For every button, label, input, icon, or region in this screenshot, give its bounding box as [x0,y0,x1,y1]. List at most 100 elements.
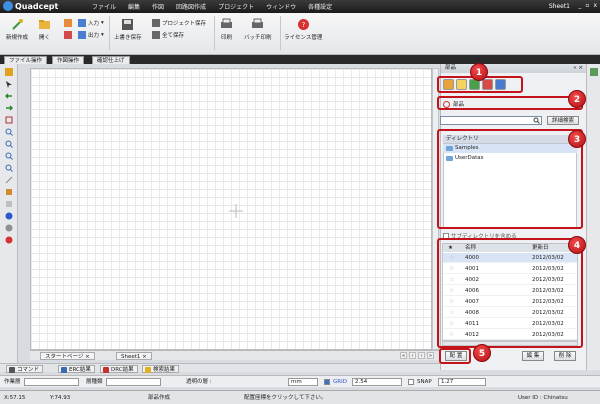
title-bar: Quadcept ファイル 編集 作図 回路図作成 プロジェクト ウィンドウ 各… [0,0,600,13]
ribbon-separator [109,16,110,50]
command-icon [9,367,15,373]
select-arrow-icon[interactable] [5,80,13,88]
input-icon [78,19,86,27]
snap-checkbox[interactable] [408,379,414,385]
parts-search-input[interactable] [440,116,542,125]
tab-command[interactable]: コマンド [6,365,44,373]
transparency-label: 透明の層 : [186,379,212,385]
chevron-down-icon: ▾ [101,20,104,26]
mode-indicator: 部品作成 [148,395,171,401]
ribbon-separator [214,16,215,50]
search-result-label: 検索結果 [153,367,176,373]
output-button[interactable]: 出力 ▾ [78,31,104,39]
minimize-button[interactable]: _ [578,2,581,9]
scroll-first-button[interactable]: « [400,352,407,359]
search-icon[interactable] [533,117,540,124]
save-icon [122,19,134,30]
panel-pin-icon[interactable] [590,68,598,76]
ribbon-tab-bar: ファイル操作 作図操作 確認仕上げ [0,55,600,64]
line-type-select[interactable] [106,378,161,386]
blue-circle-icon[interactable] [5,212,13,220]
delete-button[interactable]: 削 除 [554,351,576,361]
layer-select[interactable] [24,378,79,386]
app-logo: Quadcept [3,1,58,11]
badge-3: 3 [568,130,586,148]
menu-window[interactable]: ウィンドウ [266,2,296,11]
snap-value-select[interactable]: 1.27 [438,378,486,386]
tab-file-ops[interactable]: ファイル操作 [4,56,48,64]
menu-draw[interactable]: 作図 [152,2,164,11]
tab-draw-ops[interactable]: 作図操作 [52,56,85,64]
svg-text:?: ? [301,21,305,29]
menu-schematic[interactable]: 回路図作成 [176,2,206,11]
menu-file[interactable]: ファイル [92,2,116,11]
zoom-fit-icon[interactable] [5,152,13,160]
text-icon[interactable] [5,200,13,208]
arrow-right-icon[interactable] [5,104,13,112]
drc-label: DRC結果 [111,367,134,373]
save-all-button[interactable]: 全て保存 [152,31,184,39]
panel-controls[interactable]: « × [573,64,583,73]
left-toolbar [0,64,18,364]
highlight-box-3 [437,129,583,229]
zoom-area-icon[interactable] [5,116,13,124]
input-button[interactable]: 入力 ▾ [78,19,104,27]
save-all-icon [152,31,160,39]
arrow-left-icon[interactable] [5,92,13,100]
wire-icon[interactable] [5,176,13,184]
badge-5: 5 [473,344,491,362]
tab-erc-result[interactable]: ERC結果 [58,365,95,373]
window-controls: _ ▫ x [578,2,597,9]
help-icon[interactable] [5,236,13,244]
save-project-label: プロジェクト保存 [162,21,207,27]
close-icon[interactable]: × [85,354,90,360]
menu-settings[interactable]: 各種設定 [308,2,332,11]
crosshair-cursor-icon [229,204,243,218]
export-small-icon-button[interactable] [64,31,72,39]
grid-label: GRID [333,379,347,385]
restore-button[interactable]: ▫ [585,2,589,9]
unit-select[interactable]: mm [288,378,318,386]
badge-2: 2 [568,90,586,108]
batch-print-button[interactable]: バッチ印刷 [244,18,272,41]
zoom-all-icon[interactable] [5,164,13,172]
ribbon: 新規作成 開く 入力 ▾ 出力 ▾ 上書き保存 プロジェクト保存 全て保存 印刷 バ… [0,13,600,55]
printer-icon [221,18,232,28]
edit-button[interactable]: 編 集 [522,351,544,361]
open-button[interactable]: 開く [38,18,51,41]
tab-check-finish[interactable]: 確認仕上げ [92,56,130,64]
close-button[interactable]: x [593,2,597,9]
menu-edit[interactable]: 編集 [128,2,140,11]
tab-drc-result[interactable]: DRC結果 [100,365,138,373]
new-label: 新規作成 [6,35,29,41]
zoom-in-icon[interactable] [5,128,13,136]
close-icon[interactable]: × [142,354,147,360]
save-overwrite-button[interactable]: 上書き保存 [114,18,142,41]
gray-circle-icon[interactable] [5,224,13,232]
status-bar: X:57.15 Y:74.93 部品作成 配置座標をクリックして下さい。 Use… [0,390,600,404]
highlight-box-5 [439,348,471,364]
save-project-button[interactable]: プロジェクト保存 [152,19,206,27]
print-button[interactable]: 印刷 [220,18,233,41]
tab-sheet1[interactable]: Sheet1 × [116,352,152,360]
advanced-search-button[interactable]: 詳細検索 [547,116,579,125]
license-button[interactable]: ? ライセンス管理 [284,18,322,41]
zoom-out-icon[interactable] [5,140,13,148]
scroll-next-button[interactable]: › [418,352,425,359]
sheet-name: Sheet1 [548,3,570,10]
import-small-icon-button[interactable] [64,19,72,27]
badge-1: 1 [470,63,488,81]
output-icon [78,31,86,39]
panel-toggle-icon[interactable] [5,68,13,76]
scroll-last-button[interactable]: » [427,352,434,359]
scroll-prev-button[interactable]: ‹ [409,352,416,359]
symbol-icon[interactable] [5,188,13,196]
grid-value-select[interactable]: 2.54 [352,378,402,386]
tab-search-result[interactable]: 検索結果 [142,365,180,373]
input-label: 入力 [88,21,100,27]
menu-project[interactable]: プロジェクト [218,2,254,11]
save-project-icon [152,19,160,27]
tab-start-page[interactable]: スタートページ × [40,352,95,360]
new-button[interactable]: 新規作成 [6,18,28,41]
grid-checkbox[interactable] [324,379,330,385]
